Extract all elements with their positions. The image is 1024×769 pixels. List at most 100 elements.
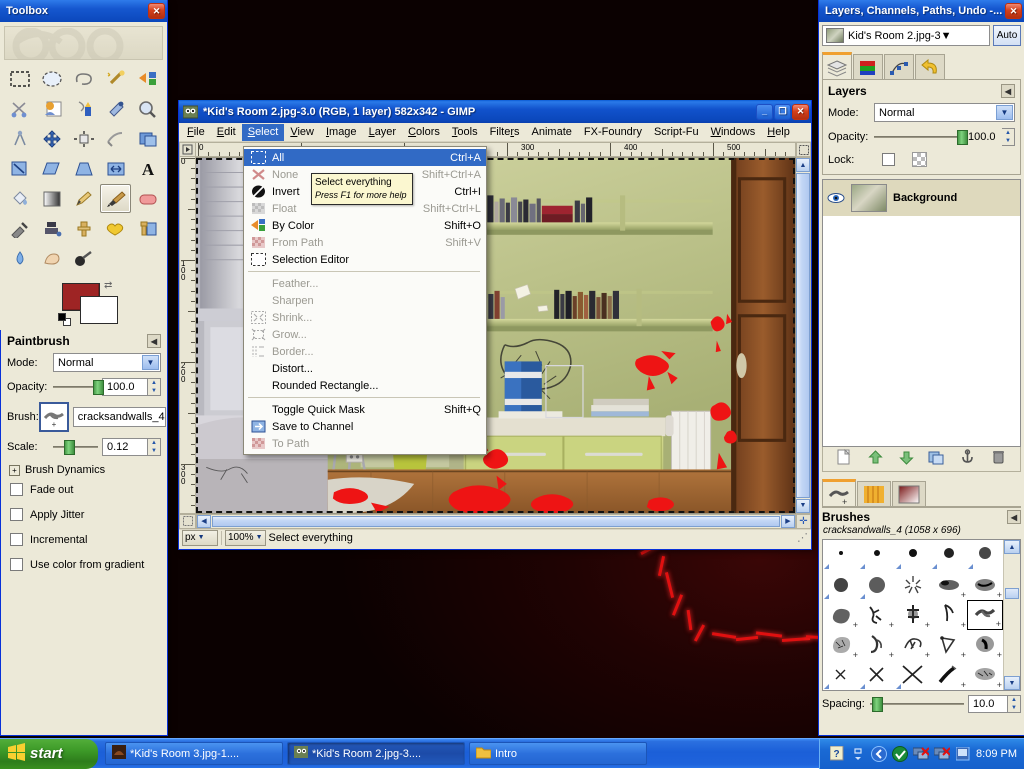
brush-cell[interactable]: + [931,570,967,600]
menu-script-fu[interactable]: Script-Fu [648,124,705,141]
scroll-up-icon[interactable]: ▲ [1004,540,1020,554]
menu-item-toggle-quick-mask[interactable]: Toggle Quick Mask Shift+Q [244,401,486,418]
brush-cell[interactable] [823,660,859,690]
color-picker-tool[interactable] [100,94,131,123]
gradients-tab[interactable] [892,481,926,507]
flip-tool[interactable] [100,154,131,183]
menu-item-sharpen[interactable]: Sharpen [244,292,486,309]
scale-tool[interactable] [4,154,35,183]
brush-cell[interactable]: + [895,630,931,660]
brush-cell[interactable]: + [895,600,931,630]
unit-selector[interactable]: px ▼ [182,530,218,546]
lock-alpha-icon[interactable] [912,152,927,167]
brush-grid[interactable]: + + + + + + + + + + + + + + [822,539,1021,691]
opacity-stepper[interactable]: ▲▼ [148,378,161,396]
menu-edit[interactable]: Edit [211,124,242,141]
brush-cell[interactable]: + [967,660,1003,690]
navigation-icon[interactable]: ✛ [796,514,811,529]
menu-help[interactable]: Help [761,124,796,141]
auto-button[interactable]: Auto [993,25,1021,46]
paths-tab[interactable] [884,54,914,80]
lower-layer-button[interactable] [898,449,915,469]
menu-view[interactable]: View [284,124,320,141]
anchor-layer-button[interactable] [959,449,976,469]
scroll-down-icon[interactable]: ▼ [796,499,810,513]
taskbar-item-kids-room-3[interactable]: *Kid's Room 3.jpg-1.... [105,742,283,765]
brushes-tab[interactable]: + [822,479,856,507]
brush-cell[interactable] [895,660,931,690]
spacing-slider[interactable] [870,697,964,711]
crop-tool[interactable] [100,124,131,153]
chevron-down-icon[interactable]: ▼ [996,105,1013,120]
brush-cell[interactable] [859,570,895,600]
layer-opacity-slider[interactable] [874,130,964,144]
brush-dynamics-expander[interactable]: + Brush Dynamics [9,464,161,476]
brush-cell[interactable] [823,540,859,570]
bucket-fill-tool[interactable] [4,184,35,213]
brush-cell[interactable]: + [823,630,859,660]
menu-item-distort[interactable]: Distort... [244,360,486,377]
pencil-tool[interactable] [68,184,99,213]
brush-cell[interactable] [895,540,931,570]
blur-sharpen-tool[interactable] [4,244,35,273]
chevron-down-icon[interactable]: ▼ [142,355,159,370]
measure-tool[interactable] [4,124,35,153]
chevron-down-icon[interactable]: ▼ [941,30,952,42]
menu-file[interactable]: File [181,124,211,141]
swap-colors-icon[interactable]: ⇄ [104,280,112,291]
paths-tool[interactable] [68,94,99,123]
layer-opacity-stepper[interactable]: ▲▼ [1002,128,1015,146]
fuzzy-select-tool[interactable] [100,64,131,93]
vscroll-thumb[interactable] [796,173,810,498]
layer-list[interactable]: Background [822,179,1021,447]
image-selector[interactable]: Kid's Room 2.jpg-3 ▼ [822,25,990,46]
dodge-burn-tool[interactable] [68,244,99,273]
close-icon[interactable]: ✕ [1005,3,1022,19]
eye-icon[interactable] [827,192,845,204]
minimize-icon[interactable]: _ [756,104,773,120]
incremental-checkbox[interactable]: Incremental [10,533,161,546]
brush-name[interactable]: cracksandwalls_4 [73,407,166,427]
start-button[interactable]: start [0,739,98,769]
network-disconnected-icon[interactable] [913,746,929,762]
perspective-tool[interactable] [68,154,99,183]
smudge-tool[interactable] [36,244,67,273]
zoom-tool[interactable] [132,94,163,123]
network-disconnected-2-icon[interactable] [934,746,950,762]
display-icon[interactable] [955,746,971,762]
resize-grip-icon[interactable]: ⋰ [797,531,808,544]
brush-cell[interactable]: + [823,600,859,630]
menu-item-rounded-rectangle[interactable]: Rounded Rectangle... [244,377,486,394]
panel-menu-icon[interactable]: ◀ [1007,510,1021,524]
use-color-from-gradient-checkbox[interactable]: Use color from gradient [10,558,161,571]
canvas-horizontal-scrollbar[interactable]: ◀ ▶ [196,514,796,529]
close-icon[interactable]: ✕ [792,104,809,120]
fade-out-checkbox[interactable]: Fade out [10,483,161,496]
brush-cell[interactable] [967,540,1003,570]
free-select-tool[interactable] [68,64,99,93]
menu-item-feather[interactable]: Feather... [244,275,486,292]
background-color-swatch[interactable] [80,296,118,324]
menu-image[interactable]: Image [320,124,363,141]
brush-cell[interactable]: + [967,570,1003,600]
clone-tool[interactable] [68,214,99,243]
menu-item-border[interactable]: Border... [244,343,486,360]
antivirus-icon[interactable] [892,746,908,762]
layers-dock-titlebar[interactable]: Layers, Channels, Paths, Undo -... ✕ [819,0,1024,22]
maximize-icon[interactable]: ❐ [774,104,791,120]
duplicate-layer-button[interactable] [928,449,945,469]
show-hidden-icons-button[interactable] [850,746,866,762]
layers-tab[interactable] [822,52,852,80]
brush-cell[interactable] [823,570,859,600]
heal-tool[interactable] [100,214,131,243]
shear-tool[interactable] [36,154,67,183]
menu-item-by-color[interactable]: By Color Shift+O [244,217,486,234]
brush-cell[interactable]: + [931,630,967,660]
menu-item-from-path[interactable]: From Path Shift+V [244,234,486,251]
menu-item-to-path[interactable]: To Path [244,435,486,452]
brush-cell[interactable] [931,540,967,570]
canvas-vertical-scrollbar[interactable]: ▲ ▼ [796,157,811,514]
ruler-origin-button[interactable] [179,142,196,157]
close-icon[interactable]: ✕ [148,3,165,19]
layer-row[interactable]: Background [823,180,1020,216]
